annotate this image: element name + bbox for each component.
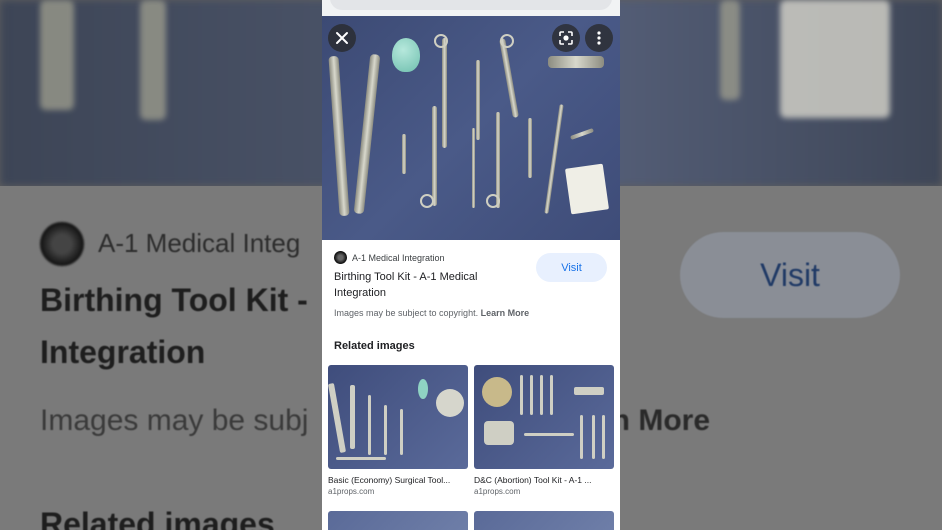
more-options-button[interactable] — [585, 24, 613, 52]
image-preview[interactable] — [322, 16, 620, 240]
related-image-card-partial[interactable] — [328, 511, 468, 530]
close-button[interactable] — [328, 24, 356, 52]
thumb-instrument — [350, 385, 355, 449]
background-tool-shape — [40, 0, 74, 110]
instrument-ring — [500, 34, 514, 48]
thumb-instrument — [574, 387, 604, 395]
thumb-instrument — [550, 375, 553, 415]
instrument-shape — [442, 38, 447, 148]
learn-more-link[interactable]: Learn More — [481, 308, 530, 318]
speculum-shape — [548, 56, 604, 68]
source-name: A-1 Medical Integration — [352, 252, 445, 263]
background-visit: Visit — [680, 232, 900, 318]
thumb-instrument — [520, 375, 523, 415]
phone-screen: g — [322, 0, 620, 530]
instrument-shape — [472, 128, 475, 208]
instrument-ring — [420, 194, 434, 208]
thumb-bowl — [482, 377, 512, 407]
site-favicon-icon — [334, 251, 347, 264]
instrument-ring — [486, 194, 500, 208]
thumb-instrument — [540, 375, 543, 415]
related-image-card[interactable]: D&C (Abortion) Tool Kit - A-1 ... a1prop… — [474, 365, 614, 496]
thumb-bowl — [436, 389, 464, 417]
thumb-instrument — [368, 395, 371, 455]
related-image-thumbnail[interactable] — [474, 365, 614, 469]
source-row[interactable]: A-1 Medical Integration — [334, 251, 445, 264]
related-image-source: a1props.com — [474, 487, 521, 496]
more-vert-icon — [597, 31, 601, 45]
related-image-title: D&C (Abortion) Tool Kit - A-1 ... — [474, 475, 592, 485]
background-source: A-1 Medical Integ — [98, 228, 301, 258]
related-image-card-partial[interactable] — [474, 511, 614, 530]
related-image-title: Basic (Economy) Surgical Tool... — [328, 475, 451, 485]
instrument-shape — [476, 60, 480, 140]
result-title[interactable]: Birthing Tool Kit - A-1 Medical Integrat… — [334, 269, 519, 301]
related-images-heading: Related images — [334, 340, 415, 352]
google-lens-button[interactable] — [552, 24, 580, 52]
thumb-bulb — [418, 379, 428, 399]
background-title-line1: Birthing Tool Kit - — [40, 282, 308, 318]
instrument-shape — [528, 118, 532, 178]
thumb-instrument — [336, 457, 386, 460]
related-image-source: a1props.com — [328, 487, 375, 496]
instrument-shape — [402, 134, 406, 174]
search-text: g — [594, 0, 600, 1]
copyright-notice: Images may be subject to copyright. Lear… — [334, 308, 529, 318]
thumb-instrument — [602, 415, 605, 459]
background-gauze-shape — [780, 0, 890, 118]
instrument-shape — [544, 104, 564, 214]
thumb-instrument — [400, 409, 403, 455]
thumb-instrument — [524, 433, 574, 436]
instrument-shape — [570, 128, 594, 140]
thumb-speculum — [484, 421, 514, 445]
thumb-instrument — [580, 415, 583, 459]
related-image-card[interactable]: Basic (Economy) Surgical Tool... a1props… — [328, 365, 468, 496]
background-favicon — [40, 222, 84, 266]
instrument-ring — [434, 34, 448, 48]
background-tool-shape — [140, 0, 166, 120]
search-bar[interactable]: g — [330, 0, 612, 10]
search-strip: g — [322, 0, 620, 16]
background-tool-shape — [720, 0, 740, 100]
bulb-syringe-shape — [392, 38, 420, 72]
copyright-text: Images may be subject to copyright. — [334, 308, 479, 318]
google-lens-icon — [559, 31, 573, 45]
thumb-instrument — [530, 375, 533, 415]
thumb-instrument — [592, 415, 595, 459]
background-copyright: Images may be subj — [40, 404, 309, 437]
visit-button[interactable]: Visit — [536, 253, 607, 282]
thumb-instrument — [384, 405, 387, 455]
close-icon — [336, 32, 348, 44]
instrument-shape — [499, 38, 519, 118]
instrument-shape — [496, 112, 500, 208]
instrument-shape — [432, 106, 437, 206]
gauze-shape — [564, 163, 610, 215]
instrument-shape — [328, 55, 350, 217]
instrument-shape — [353, 53, 381, 215]
thumb-instrument — [328, 383, 347, 453]
background-title-line2: Integration — [40, 334, 206, 370]
background-related: Related images — [40, 506, 275, 530]
related-image-thumbnail[interactable] — [328, 365, 468, 469]
